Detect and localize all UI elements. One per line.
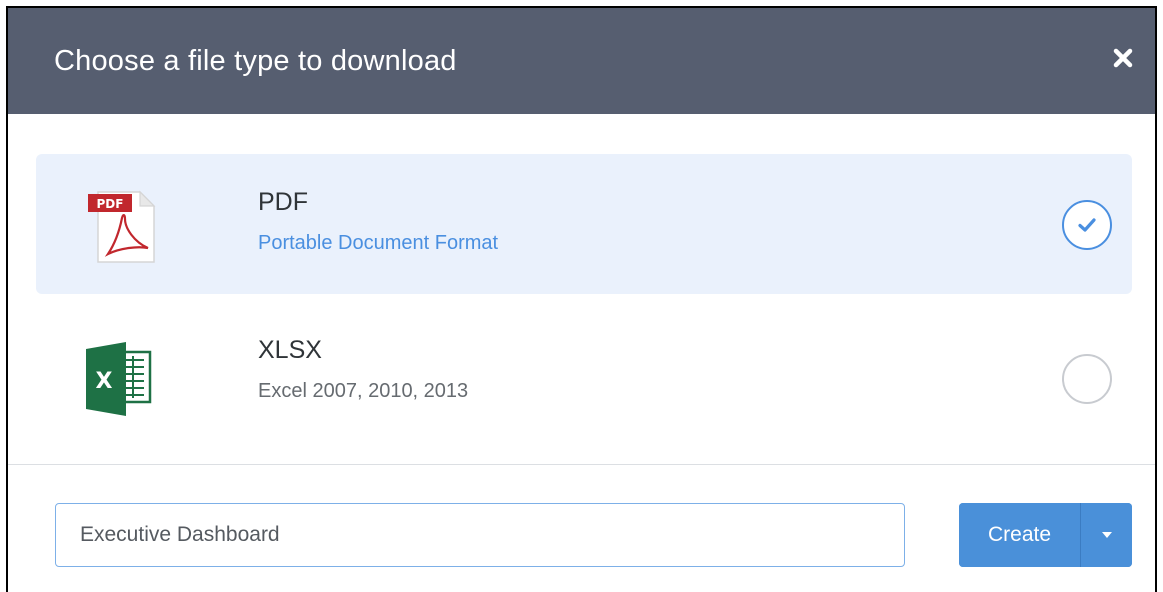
option-description: Excel 2007, 2010, 2013 [258, 380, 469, 402]
radio-unselected[interactable] [1062, 354, 1112, 404]
close-button[interactable] [1111, 46, 1135, 70]
close-icon [1113, 48, 1133, 68]
filename-input[interactable] [55, 503, 905, 567]
option-name: PDF [258, 188, 308, 216]
excel-icon-label: X [96, 369, 113, 394]
pdf-file-icon: PDF [88, 190, 156, 263]
excel-file-icon: X [86, 342, 152, 416]
dialog-title: Choose a file type to download [54, 44, 457, 77]
pdf-icon-label: PDF [97, 197, 124, 211]
radio-selected[interactable] [1062, 200, 1112, 250]
create-button-group: Create [959, 503, 1132, 567]
create-dropdown-toggle[interactable] [1081, 503, 1132, 567]
file-type-option-pdf[interactable]: PDF PDF Portable Document Format [36, 154, 1132, 294]
dialog-footer: Create [8, 465, 1155, 592]
option-description: Portable Document Format [258, 232, 499, 254]
option-name: XLSX [258, 336, 322, 364]
download-dialog: Choose a file type to download PDF PDF P… [6, 6, 1157, 592]
create-button[interactable]: Create [959, 503, 1081, 567]
caret-down-icon [1101, 532, 1112, 538]
file-type-option-xlsx[interactable]: X XLSX Excel 2007, 2010, 2013 [36, 304, 1132, 450]
dialog-header: Choose a file type to download [8, 8, 1155, 114]
check-icon [1078, 218, 1096, 232]
